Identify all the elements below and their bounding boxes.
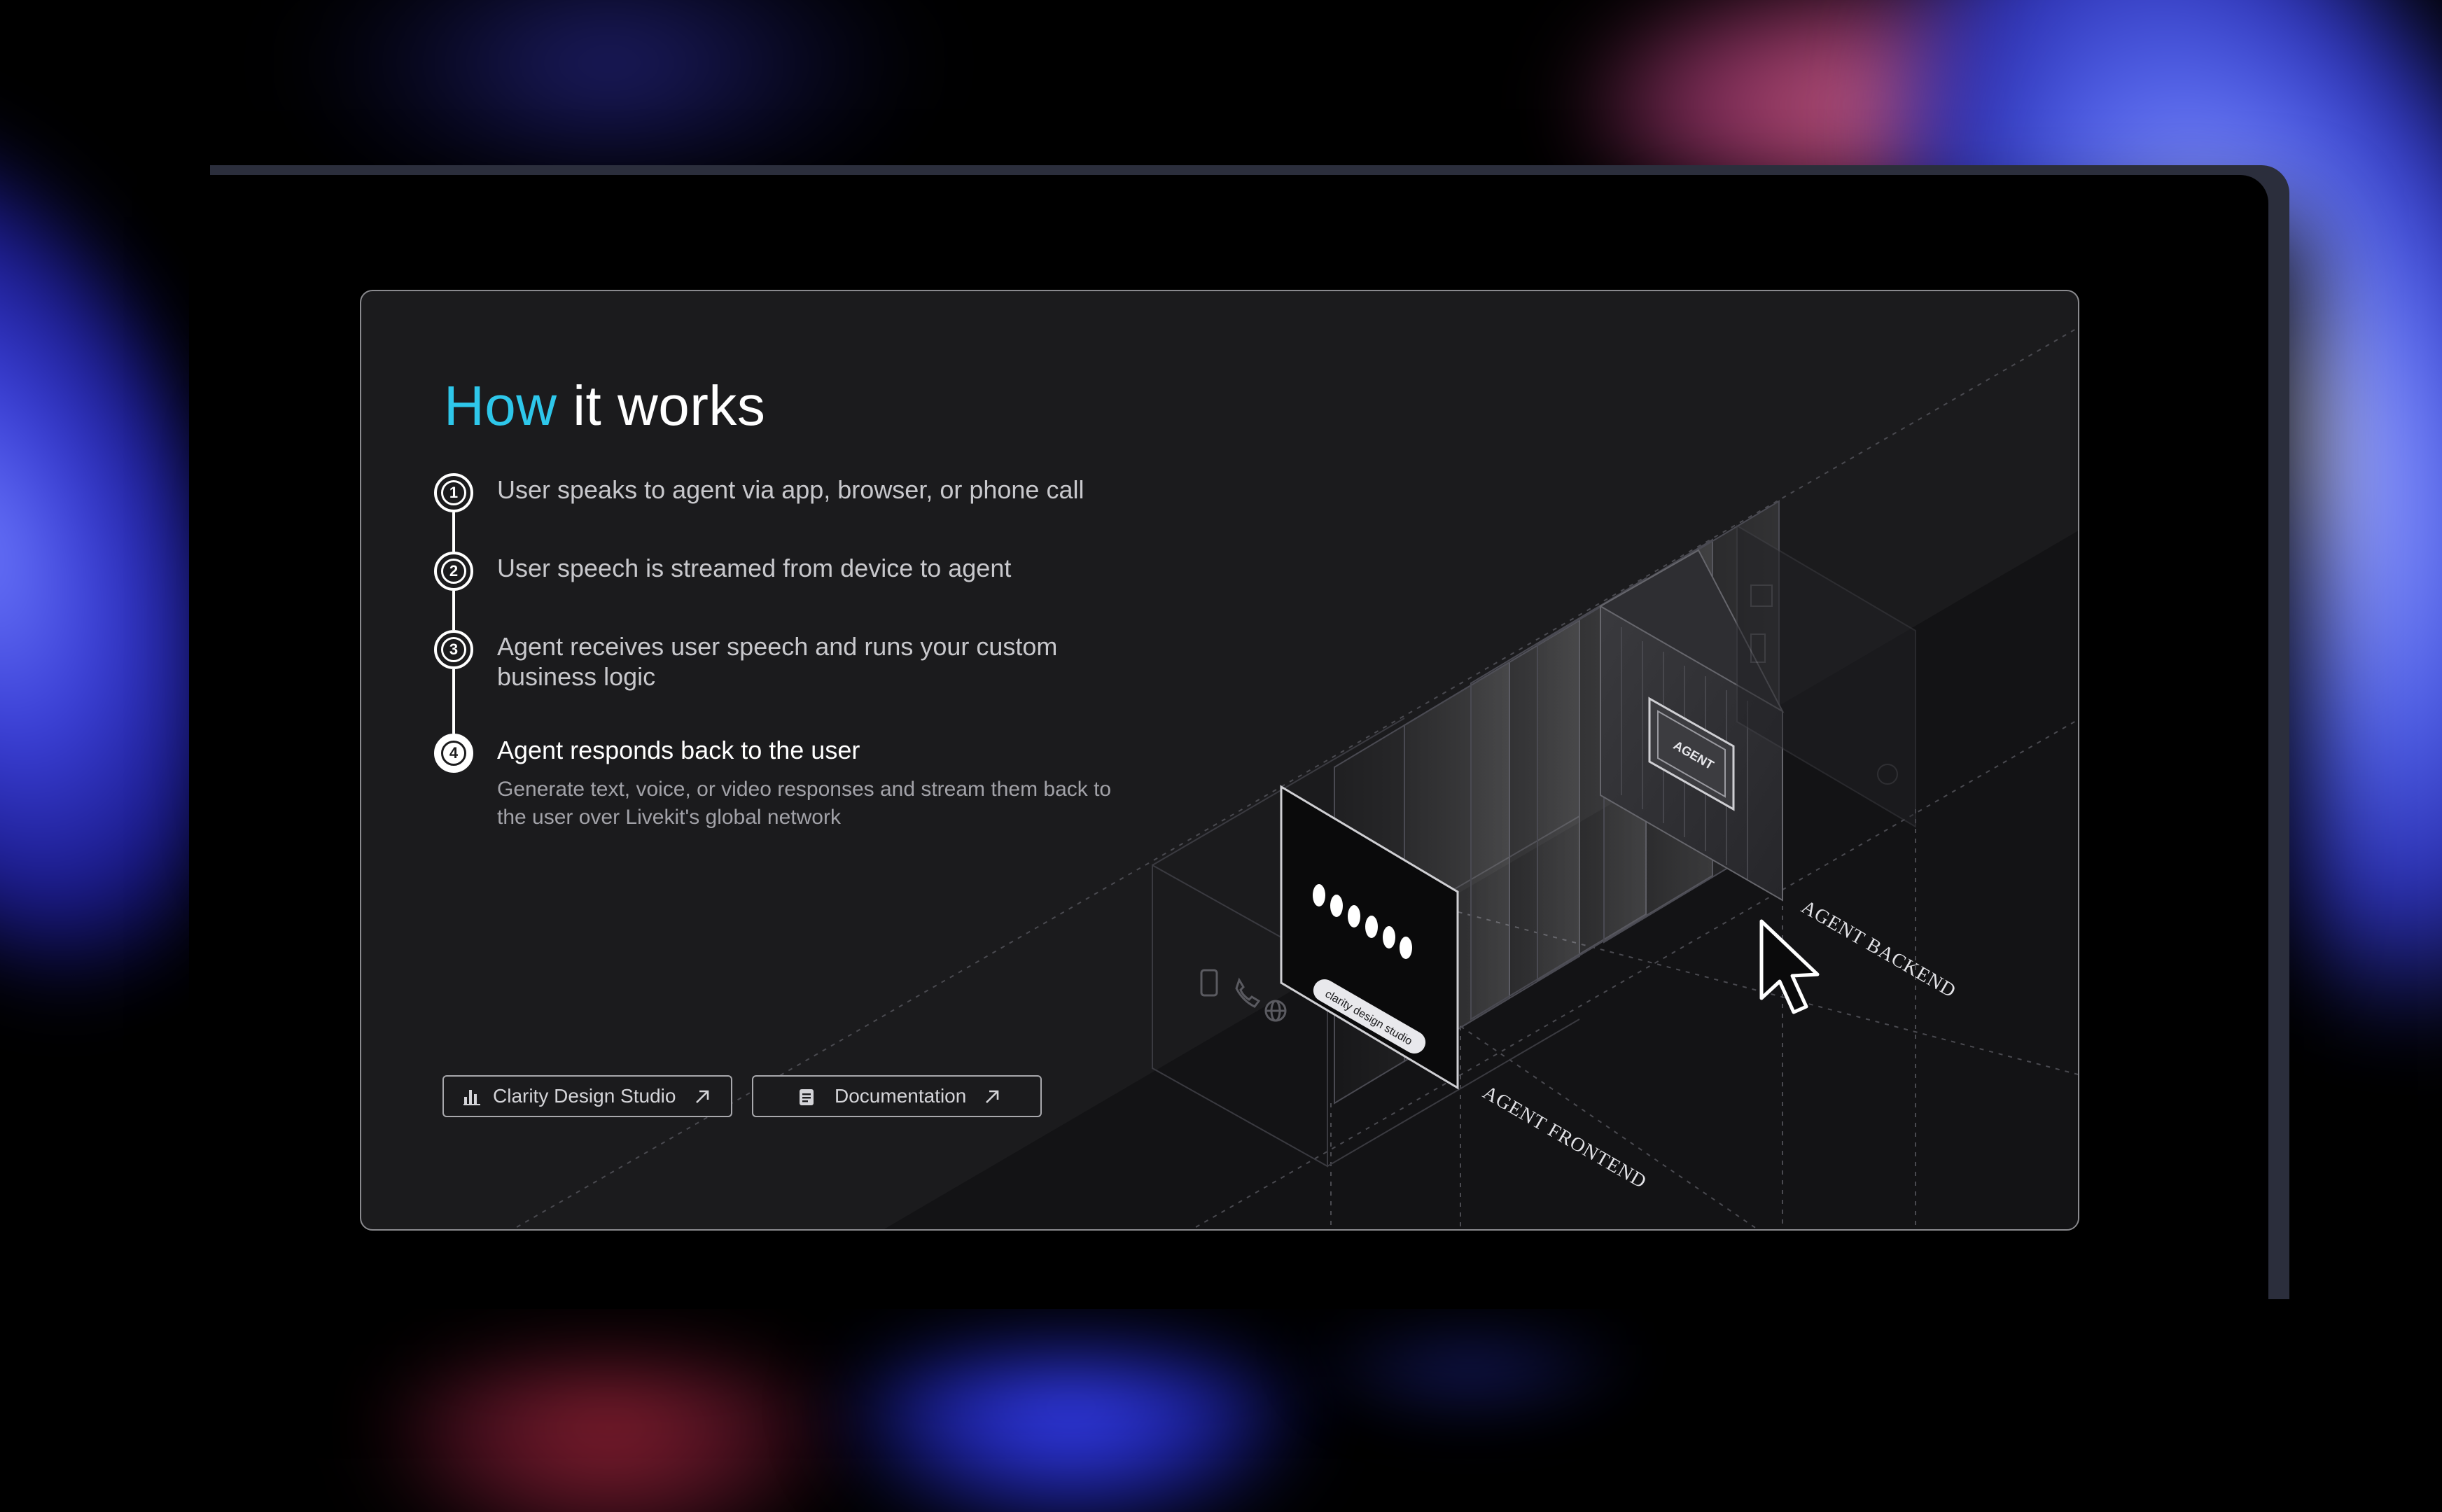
- background-glow-bottom-red: [364, 1288, 854, 1512]
- documentation-button[interactable]: Documentation: [752, 1075, 1042, 1117]
- title-accent: How: [444, 374, 557, 437]
- button-label: Documentation: [835, 1085, 967, 1107]
- step-number-badge: 1: [434, 473, 473, 512]
- step-label: User speaks to agent via app, browser, o…: [497, 475, 1084, 504]
- title-rest: it works: [573, 374, 766, 437]
- arrow-up-right-icon: [696, 1090, 709, 1103]
- step-number-badge: 4: [434, 734, 473, 773]
- bar-chart-icon: [463, 1090, 480, 1105]
- page-title: How it works: [444, 374, 765, 438]
- how-it-works-card: AGENT clarity design studio AGENT FRONTE…: [360, 290, 2079, 1231]
- step-label: Agent responds back to the user: [497, 736, 860, 764]
- call-icon: [1235, 977, 1261, 1008]
- step-connector: [452, 669, 455, 734]
- step-connector: [452, 512, 455, 552]
- arrow-up-right-icon: [986, 1090, 999, 1103]
- step-number-badge: 2: [434, 552, 473, 591]
- phone-icon: [1200, 969, 1218, 997]
- step-label: User speech is streamed from device to a…: [497, 554, 1012, 582]
- button-label: Clarity Design Studio: [493, 1085, 676, 1107]
- step-label: Agent receives user speech and runs your…: [497, 632, 1058, 691]
- step-connector: [452, 591, 455, 630]
- step-description: Generate text, voice, or video responses…: [497, 778, 1112, 829]
- document-icon: [800, 1089, 814, 1105]
- step-number-badge: 3: [434, 630, 473, 669]
- clarity-design-studio-button[interactable]: Clarity Design Studio: [442, 1075, 732, 1117]
- backdrop: AGENT clarity design studio AGENT FRONTE…: [0, 0, 2442, 1512]
- background-glow-bottom-blue: [826, 1274, 1316, 1512]
